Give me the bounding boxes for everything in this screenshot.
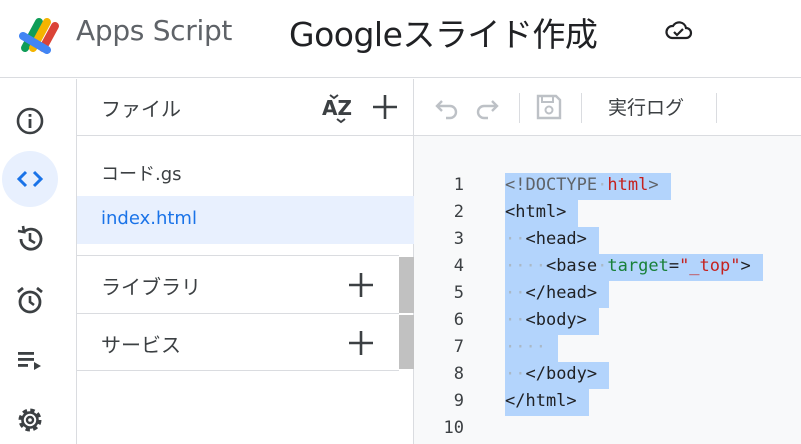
code-text: ···· <box>505 335 558 362</box>
line-number: 6 <box>453 310 464 330</box>
line-number: 1 <box>453 175 464 195</box>
services-section: サービス <box>77 313 399 371</box>
add-service-icon[interactable] <box>347 329 375 357</box>
history-icon <box>17 225 43 251</box>
code-icon <box>16 170 44 188</box>
code-text: ····<base·target="_top"> <box>505 254 763 281</box>
line-number: 5 <box>453 283 464 303</box>
libraries-scrollbar[interactable] <box>399 257 414 313</box>
overview-button[interactable] <box>2 93 58 149</box>
apps-script-logo-icon[interactable] <box>17 12 65 54</box>
executions-button[interactable] <box>2 332 58 388</box>
libraries-label: ライブラリ <box>101 275 201 299</box>
code-text: <html> <box>505 200 579 227</box>
cloud-sync-icon <box>665 21 693 40</box>
files-header: ファイル AZ <box>77 79 414 136</box>
top-header: Apps Script Googleスライド作成 <box>0 0 801 78</box>
code-line: 7 ···· <box>414 335 801 362</box>
svg-text:AZ: AZ <box>322 96 352 120</box>
save-icon[interactable] <box>534 92 564 122</box>
code-line: 2 <html> <box>414 200 801 227</box>
line-number: 3 <box>453 229 464 249</box>
file-name: コード.gs <box>101 164 182 185</box>
redo-icon[interactable] <box>472 92 502 122</box>
code-line: 8 ··</body> <box>414 362 801 389</box>
undo-icon[interactable] <box>432 92 462 122</box>
line-number: 10 <box>443 418 464 438</box>
alarm-icon <box>17 286 43 314</box>
line-number: 7 <box>453 337 464 357</box>
app-name: Apps Script <box>76 14 233 47</box>
section-divider <box>77 370 399 371</box>
file-item-index-html[interactable]: index.html <box>77 196 414 244</box>
apps-script-editor: Apps Script Googleスライド作成 ファイル AZ コード.gs … <box>0 0 801 444</box>
services-scrollbar[interactable] <box>399 315 414 369</box>
side-rail <box>0 79 76 444</box>
code-line: 6 ··<body> <box>414 308 801 335</box>
files-header-label: ファイル <box>101 97 181 121</box>
line-number: 9 <box>453 391 464 411</box>
toolbar-separator <box>519 93 520 123</box>
code-line: 4 ····<base·target="_top"> <box>414 254 801 281</box>
editor-toolbar: 実行ログ <box>414 79 801 136</box>
settings-icon <box>18 408 42 432</box>
code-line: 10 <box>414 416 801 443</box>
line-number: 4 <box>453 256 464 276</box>
add-library-icon[interactable] <box>347 271 375 299</box>
code-text: ··<head> <box>505 227 599 254</box>
sort-az-icon[interactable]: AZ <box>321 91 355 125</box>
services-label: サービス <box>101 333 181 357</box>
libraries-section: ライブラリ <box>77 255 399 313</box>
info-icon <box>16 107 44 135</box>
project-settings-button[interactable] <box>2 392 58 444</box>
executions-icon <box>18 352 41 370</box>
code-text: ··<body> <box>505 308 599 335</box>
code-editor[interactable]: 1 <!DOCTYPE·html> 2 <html> 3 ··<head> 4 … <box>414 136 801 444</box>
code-line: 5 ··</head> <box>414 281 801 308</box>
project-history-button[interactable] <box>2 211 58 267</box>
toolbar-separator <box>716 93 717 123</box>
code-text: <!DOCTYPE·html> <box>505 173 671 200</box>
code-line: 9 </html> <box>414 389 801 416</box>
line-number: 8 <box>453 364 464 384</box>
add-file-icon[interactable] <box>371 93 399 121</box>
execution-log-button[interactable]: 実行ログ <box>608 93 684 120</box>
code-text: ··</body> <box>505 362 610 389</box>
files-panel: ファイル AZ コード.gs index.html ライブラリ サービス <box>76 79 414 444</box>
line-number: 2 <box>453 202 464 222</box>
editor-button[interactable] <box>2 151 58 207</box>
project-title[interactable]: Googleスライド作成 <box>289 8 598 56</box>
code-line: 3 ··<head> <box>414 227 801 254</box>
code-text: </html> <box>505 389 589 416</box>
code-line: 1 <!DOCTYPE·html> <box>414 173 801 200</box>
code-text: ··</head> <box>505 281 610 308</box>
toolbar-separator <box>581 93 582 123</box>
file-name: index.html <box>101 208 197 229</box>
file-item-code-gs[interactable]: コード.gs <box>77 148 414 196</box>
triggers-button[interactable] <box>2 272 58 328</box>
